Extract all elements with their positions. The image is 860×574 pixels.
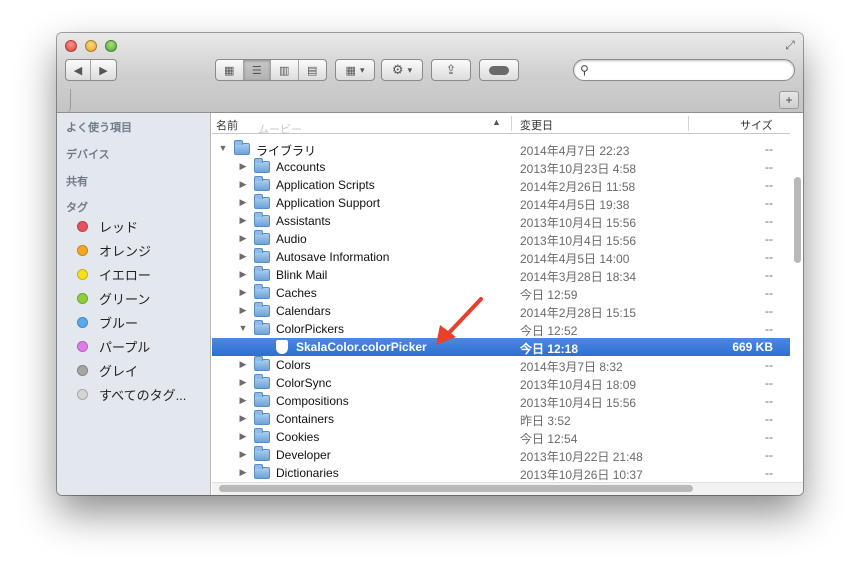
arrow-shaft (444, 297, 483, 338)
annotation-arrow (436, 297, 483, 345)
